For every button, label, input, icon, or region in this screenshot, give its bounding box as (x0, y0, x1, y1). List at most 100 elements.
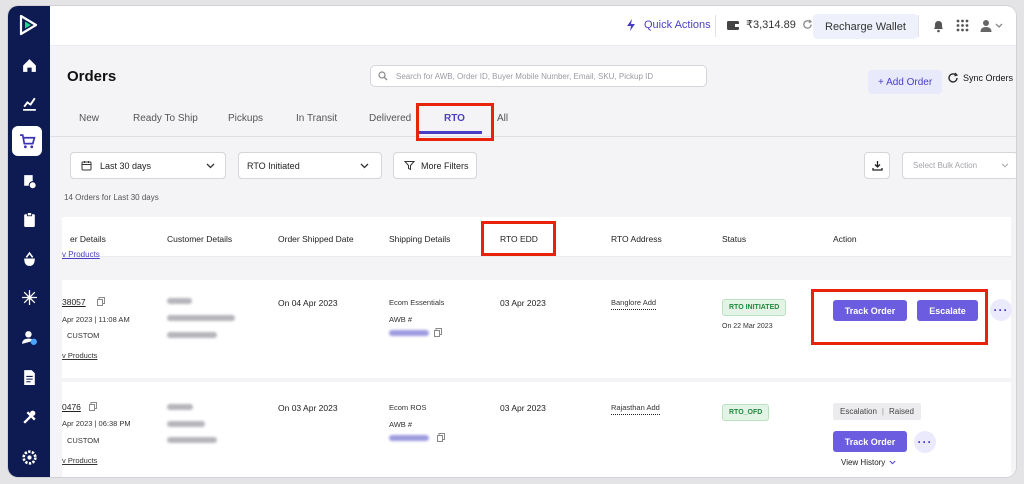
highlight-box-actions (811, 289, 988, 345)
order-id-link[interactable]: 0476 (62, 402, 81, 412)
sync-icon (948, 72, 959, 83)
rto-edd: 03 Apr 2023 (500, 298, 546, 308)
copy-icon[interactable] (434, 328, 442, 337)
returns-icon (23, 174, 37, 189)
awb-label: AWB # (389, 420, 413, 429)
search-placeholder: Search for AWB, Order ID, Buyer Mobile N… (396, 71, 654, 81)
lightning-icon (627, 19, 635, 31)
chevron-down-icon (206, 163, 215, 168)
tab-all[interactable]: All (497, 113, 508, 124)
sidebar-item-tools[interactable] (8, 402, 50, 432)
calendar-icon (81, 161, 92, 171)
sidebar-item-analytics[interactable] (8, 88, 50, 118)
sidebar-item-billing[interactable] (8, 244, 50, 274)
apps-grid-icon[interactable] (956, 19, 969, 32)
sync-orders-label: Sync Orders (963, 73, 1014, 83)
tab-in-transit[interactable]: In Transit (296, 113, 337, 124)
bell-icon[interactable] (932, 19, 945, 33)
tab-delivered[interactable]: Delivered (369, 113, 411, 124)
top-bar: Quick Actions ₹3,314.89 Recharge Wallet (50, 6, 1016, 46)
tab-ready-to-ship[interactable]: Ready To Ship (133, 113, 198, 124)
order-date: Apr 2023 | 06:38 PM (62, 419, 131, 428)
date-range-value: Last 30 days (100, 160, 152, 171)
app-window: Quick Actions ₹3,314.89 Recharge Wallet … (8, 6, 1016, 477)
user-avatar-icon[interactable] (980, 19, 1004, 32)
view-products-link[interactable]: v Products (62, 456, 97, 465)
copy-icon[interactable] (97, 297, 105, 306)
date-range-filter[interactable]: Last 30 days (70, 152, 226, 179)
sidebar-item-customers[interactable] (8, 322, 50, 352)
refresh-icon[interactable] (802, 19, 813, 30)
quick-actions-button[interactable]: Quick Actions (624, 18, 711, 32)
shipped-date: On 03 Apr 2023 (278, 403, 338, 413)
copy-icon[interactable] (437, 433, 445, 442)
sidebar-item-settings[interactable] (8, 442, 50, 472)
main-content: Quick Actions ₹3,314.89 Recharge Wallet … (50, 6, 1016, 477)
user-check-icon (21, 330, 37, 345)
settings-icon (21, 449, 37, 465)
chevron-down-icon (360, 163, 369, 168)
highlight-box-rto-edd (481, 221, 556, 256)
customer-email-redacted (167, 315, 235, 321)
add-order-button[interactable]: + Add Order (868, 70, 943, 94)
home-icon (22, 58, 36, 72)
status-filter[interactable]: RTO Initiated (238, 152, 382, 179)
tab-pickups[interactable]: Pickups (228, 113, 263, 124)
escalation-label: Escalation (840, 407, 877, 416)
search-icon (378, 71, 388, 81)
more-options-button[interactable]: ··· (990, 299, 1012, 321)
sidebar-item-returns[interactable] (8, 166, 50, 196)
rto-address[interactable]: Banglore Add (611, 298, 657, 310)
awb-number-redacted[interactable] (389, 330, 429, 336)
customer-name-redacted (167, 298, 192, 304)
tools-icon (22, 410, 36, 424)
order-count: 14 Orders for Last 30 days (64, 193, 159, 202)
divider (918, 15, 919, 37)
tab-new[interactable]: New (79, 113, 99, 124)
sidebar-item-hub[interactable] (8, 282, 50, 312)
recharge-wallet-button[interactable]: Recharge Wallet (813, 14, 918, 39)
shipped-date: On 04 Apr 2023 (278, 298, 338, 308)
bulk-action-select[interactable]: Select Bulk Action (902, 152, 1016, 179)
customer-name-redacted (167, 404, 193, 410)
more-options-button[interactable]: ··· (914, 431, 936, 453)
divider (715, 15, 716, 37)
sidebar-item-reports[interactable] (8, 362, 50, 392)
escalation-divider: | (881, 407, 884, 416)
cart-icon (19, 133, 36, 148)
sidebar-item-shipments[interactable] (8, 204, 50, 234)
hub-icon (21, 289, 37, 305)
search-input[interactable]: Search for AWB, Order ID, Buyer Mobile N… (370, 65, 707, 87)
sidebar-item-orders[interactable] (12, 126, 42, 156)
clipboard-icon (23, 211, 35, 227)
header-action: Action (833, 234, 857, 244)
rto-address[interactable]: Rajasthan Add (611, 403, 660, 415)
track-order-button[interactable]: Track Order (833, 431, 907, 452)
view-history-label: View History (841, 458, 886, 467)
view-history-link[interactable]: View History (841, 458, 896, 467)
chart-icon (22, 97, 36, 111)
quick-actions-label: Quick Actions (644, 19, 711, 31)
header-customer-details: Customer Details (167, 234, 233, 244)
rto-edd: 03 Apr 2023 (500, 403, 546, 413)
awb-number-redacted[interactable] (389, 435, 429, 441)
status-tabs: New Ready To Ship Pickups In Transit Del… (50, 103, 1016, 137)
bulk-action-placeholder: Select Bulk Action (913, 161, 978, 170)
view-products-link[interactable]: v Products (62, 250, 100, 259)
bag-icon (23, 251, 35, 266)
sync-orders-button[interactable]: Sync Orders (947, 72, 1013, 84)
customer-email-redacted (167, 421, 205, 427)
table-row: 0476 Apr 2023 | 06:38 PM CUSTOM v Produc… (62, 382, 1011, 477)
download-button[interactable] (864, 152, 890, 179)
order-type: CUSTOM (67, 436, 100, 445)
sidebar-item-home[interactable] (8, 50, 50, 80)
more-filters-button[interactable]: More Filters (393, 152, 477, 179)
wallet-icon (727, 20, 739, 30)
copy-icon[interactable] (89, 402, 97, 411)
awb-label: AWB # (389, 315, 413, 324)
brand-logo[interactable] (15, 12, 41, 38)
view-products-link[interactable]: v Products (62, 351, 97, 360)
header-order-details: er Details (70, 234, 106, 244)
order-date: Apr 2023 | 11:08 AM (62, 315, 130, 324)
order-id-link[interactable]: 38057 (62, 297, 86, 307)
